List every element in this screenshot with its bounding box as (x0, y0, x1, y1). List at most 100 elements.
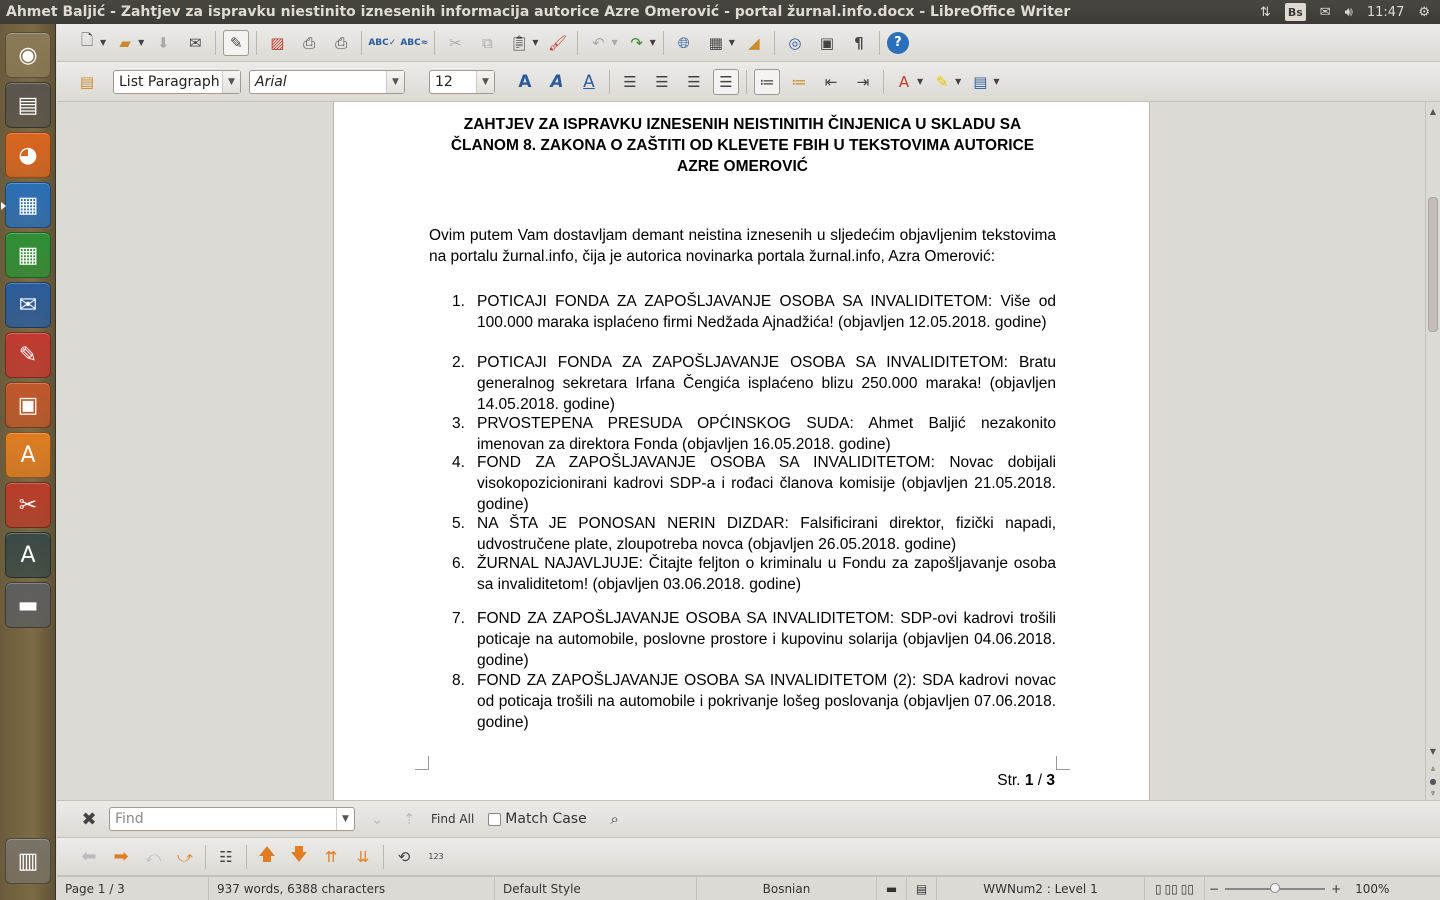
print-icon[interactable]: ⎙ (296, 30, 322, 56)
restart-numbering-icon[interactable]: ⟲ (391, 844, 417, 870)
new-dropdown-icon[interactable]: ▼ (100, 38, 106, 47)
font-color-dropdown-icon[interactable]: ▼ (917, 77, 923, 86)
launcher-trash[interactable]: ▥ (5, 838, 51, 884)
launcher-impress[interactable]: ▣ (5, 382, 51, 428)
launcher-calc[interactable]: ▦ (5, 232, 51, 278)
gallery-icon[interactable]: ▣ (814, 30, 840, 56)
spellcheck-icon[interactable]: ABC✓ (368, 30, 396, 56)
edit-mode-icon[interactable]: ✎ (223, 29, 250, 56)
zoom-percent[interactable]: 100% (1345, 882, 1389, 896)
find-next-icon[interactable]: ⌄ (364, 806, 390, 832)
document-canvas[interactable]: ZAHTJEV ZA ISPRAVKU IZNESENIH NEISTINITI… (57, 102, 1425, 800)
launcher-firefox[interactable]: ◕ (5, 132, 51, 178)
chart-icon[interactable]: ◢ (741, 30, 767, 56)
mail-envelope-icon[interactable]: ✉ (1320, 3, 1331, 21)
book-view-icon[interactable]: ▯▯ (1181, 882, 1194, 896)
find-all-button[interactable]: Find All (431, 812, 474, 826)
underline-icon[interactable]: A (576, 69, 602, 95)
bullets-icon[interactable]: ≔ (786, 69, 812, 95)
launcher-writer[interactable]: ▦ (1, 182, 51, 228)
align-center-icon[interactable]: ☰ (649, 69, 675, 95)
chevron-down-icon[interactable]: ▼ (336, 808, 354, 830)
print-preview-icon[interactable]: ⎙ (328, 30, 354, 56)
launcher-software-center[interactable]: A (5, 432, 51, 478)
navigation-list-icon[interactable]: ☷ (213, 844, 239, 870)
previous-object-icon[interactable]: ⬅ (76, 844, 102, 870)
network-updown-icon[interactable]: ⇅ (1260, 3, 1271, 21)
keyboard-layout-indicator[interactable]: Bs (1284, 3, 1306, 21)
scroll-up-icon[interactable]: ▲ (1426, 104, 1440, 118)
background-dropdown-icon[interactable]: ▼ (993, 77, 999, 86)
match-case-label[interactable]: Match Case (505, 811, 586, 827)
font-size-combo[interactable]: 12 ▼ (429, 69, 495, 94)
launcher-save-drive[interactable]: ▬ (5, 582, 51, 628)
paragraph-style-combo[interactable]: List Paragraph ▼ (113, 69, 241, 94)
vertical-scrollbar[interactable]: ▲ ▼ ⩓ ● ⩔ (1425, 102, 1440, 800)
zoom-knob[interactable] (1270, 882, 1281, 893)
paste-dropdown-icon[interactable]: ▼ (532, 38, 538, 47)
previous-mark-icon[interactable]: ⤺ (140, 844, 166, 870)
close-find-icon[interactable]: ✖ (76, 806, 102, 832)
bold-icon[interactable]: A (512, 69, 538, 95)
multi-page-view-icon[interactable]: ▯▯ (1165, 882, 1178, 896)
chevron-down-icon[interactable]: ▼ (386, 70, 404, 93)
open-dropdown-icon[interactable]: ▼ (138, 38, 144, 47)
font-color-icon[interactable]: A (891, 69, 917, 95)
styles-formatting-icon[interactable]: ▤ (74, 69, 100, 95)
next-mark-icon[interactable]: ⤻ (172, 844, 198, 870)
increase-indent-icon[interactable]: ⇥ (850, 69, 876, 95)
view-layout[interactable]: ▯ ▯▯ ▯▯ (1145, 876, 1205, 900)
find-replace-icon[interactable]: ⌕ (602, 806, 628, 832)
font-name-combo[interactable]: Arial ▼ (249, 69, 405, 94)
insert-mode-icon[interactable]: ▬ (877, 876, 907, 900)
launcher-software-updater[interactable]: A (5, 532, 51, 578)
launcher-thunderbird[interactable]: ✉ (5, 282, 51, 328)
launcher-document-viewer[interactable]: ✎ (5, 332, 51, 378)
zoom-track[interactable] (1225, 882, 1326, 893)
scroll-thumb[interactable] (1428, 197, 1438, 332)
launcher-dash-home[interactable]: ◉ (5, 32, 51, 78)
move-down-icon[interactable]: 🡇 (286, 844, 312, 870)
background-color-icon[interactable]: ▤ (967, 69, 993, 95)
help-icon[interactable]: ? (886, 31, 909, 54)
align-left-icon[interactable]: ☰ (617, 69, 643, 95)
next-object-icon[interactable]: ➡ (108, 844, 134, 870)
navigator-icon[interactable]: ◎ (782, 30, 808, 56)
match-case-checkbox[interactable] (488, 812, 502, 826)
save-icon[interactable]: ⬇ (150, 30, 176, 56)
clone-formatting-icon[interactable]: 🖌︎ (544, 30, 570, 56)
redo-icon[interactable]: ↷ (624, 30, 650, 56)
formatting-marks-icon[interactable]: ¶ (846, 30, 872, 56)
language-indicator[interactable]: Bosnian (697, 876, 877, 900)
justify-icon[interactable]: ☰ (713, 68, 739, 95)
email-document-icon[interactable]: ✉ (182, 30, 208, 56)
highlighting-icon[interactable]: ✎ (929, 69, 955, 95)
zoom-out-icon[interactable]: − (1209, 882, 1219, 896)
document-page[interactable]: ZAHTJEV ZA ISPRAVKU IZNESENIH NEISTINITI… (333, 102, 1150, 800)
table-dropdown-icon[interactable]: ▼ (729, 38, 735, 47)
table-icon[interactable]: ▦ (703, 30, 729, 56)
export-pdf-icon[interactable]: ▨ (264, 30, 290, 56)
launcher-files[interactable]: ▤ (5, 82, 51, 128)
chevron-down-icon[interactable]: ▼ (476, 70, 494, 93)
zoom-in-icon[interactable]: + (1331, 882, 1341, 896)
page-style[interactable]: Default Style (495, 876, 697, 900)
find-previous-icon[interactable]: ⇡ (396, 806, 422, 832)
undo-icon[interactable]: ↶ (585, 30, 611, 56)
redo-dropdown-icon[interactable]: ▼ (650, 38, 656, 47)
find-input[interactable]: Find ▼ (109, 807, 355, 831)
align-right-icon[interactable]: ☰ (681, 69, 707, 95)
italic-icon[interactable]: A (544, 69, 570, 95)
zoom-slider[interactable]: − + (1205, 882, 1345, 896)
document-modified-icon[interactable]: ▤ (907, 876, 937, 900)
page-indicator[interactable]: Page 1 / 3 (57, 876, 209, 900)
word-count[interactable]: 937 words, 6388 characters (209, 876, 495, 900)
next-page-icon[interactable]: ⩔ (1426, 786, 1440, 800)
launcher-system-settings[interactable]: ✂ (5, 482, 51, 528)
clock[interactable]: 11:47 (1367, 3, 1404, 21)
numbering-dialog-icon[interactable]: 123 (423, 844, 449, 870)
volume-icon[interactable]: 🔊︎ (1345, 3, 1353, 21)
hyperlink-icon[interactable]: 🌐︎ (671, 30, 697, 56)
decrease-indent-icon[interactable]: ⇤ (818, 69, 844, 95)
single-page-view-icon[interactable]: ▯ (1155, 882, 1162, 896)
